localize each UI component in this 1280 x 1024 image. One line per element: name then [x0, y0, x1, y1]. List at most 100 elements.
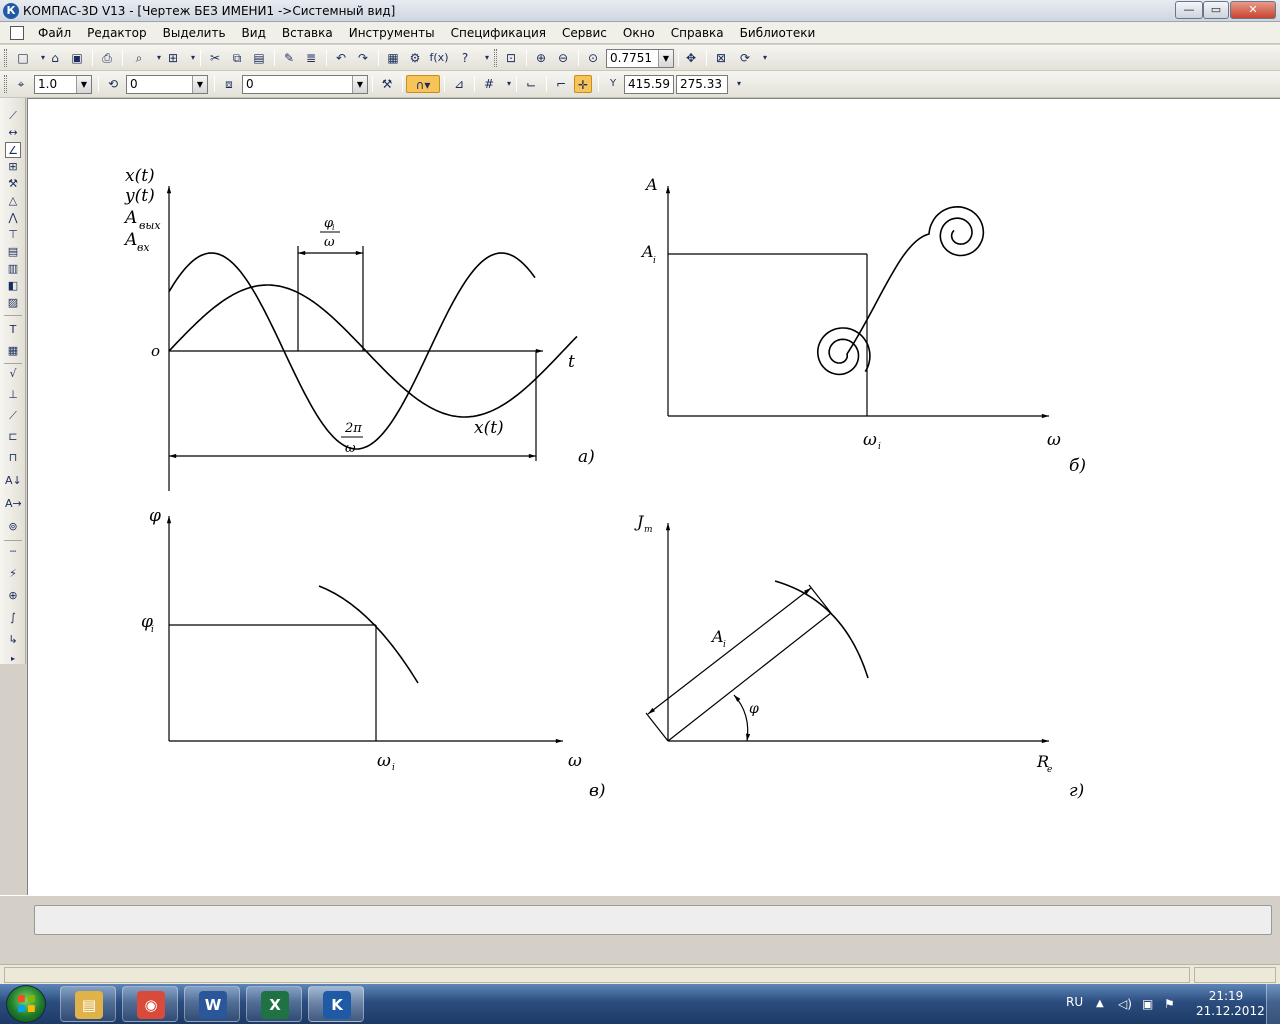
cut-line-icon[interactable]: A→ — [5, 496, 22, 512]
coord-y-field[interactable]: 275.33 — [676, 75, 728, 94]
manager-icon[interactable]: ⊞ — [164, 49, 182, 67]
geometry-icon[interactable]: ⟋ — [5, 108, 21, 124]
menu-editor[interactable]: Редактор — [79, 22, 154, 44]
layer-combo[interactable]: 0 ▼ — [126, 75, 208, 94]
menu-service[interactable]: Сервис — [554, 22, 615, 44]
parametrization-icon[interactable]: ⚒ — [5, 176, 21, 192]
spec-icon[interactable]: ▤ — [5, 244, 21, 260]
coord-x-field[interactable]: 415.59 — [624, 75, 674, 94]
copy-icon[interactable]: ⧉ — [228, 49, 246, 67]
toolbar-overflow-icon[interactable]: ▾ — [730, 75, 748, 93]
menu-help[interactable]: Справка — [663, 22, 732, 44]
library-manager-icon[interactable]: ⚙ — [406, 49, 424, 67]
symbols-icon[interactable]: ∠ — [5, 142, 21, 158]
leader-icon[interactable]: ⟋ — [5, 408, 21, 424]
ortho-mode-icon[interactable]: ⌐ — [552, 75, 570, 93]
view-arrow-icon[interactable]: A↓ — [5, 473, 22, 489]
arrow-icon[interactable]: ↳ — [5, 632, 21, 648]
drawing-canvas[interactable]: x(t) y(t) A вых A вх o t φ i ω 2π ω x(t)… — [27, 98, 1280, 895]
reports-icon[interactable]: ▥ — [5, 261, 21, 277]
chevron-down-icon[interactable]: ▼ — [192, 76, 207, 93]
snap-magnet-icon[interactable]: ∩▾ — [406, 75, 440, 93]
minimize-button[interactable]: — — [1175, 1, 1203, 19]
tree-icon[interactable]: ▦ — [384, 49, 402, 67]
grid-icon[interactable]: # — [480, 75, 498, 93]
language-indicator[interactable]: RU — [1066, 984, 1083, 1024]
zoom-scale-icon[interactable]: ⊙ — [584, 49, 602, 67]
ortho-icon[interactable]: ⊿ — [450, 75, 468, 93]
line-scale-combo[interactable]: 1.0 ▼ — [34, 75, 92, 94]
zoom-combo[interactable]: 0.7751 ▼ — [606, 49, 674, 68]
close-button[interactable]: ✕ — [1230, 1, 1276, 19]
kompas-app-icon[interactable]: К — [3, 2, 19, 19]
show-all-icon[interactable]: ⊠ — [712, 49, 730, 67]
open-icon[interactable]: ⌂ — [46, 49, 64, 67]
clock[interactable]: 21:19 21.12.2012 — [1196, 989, 1265, 1019]
cut-icon[interactable]: ✂ — [206, 49, 224, 67]
show-hidden-icons-icon[interactable]: ▲ — [1096, 984, 1104, 1024]
help-pointer-icon[interactable]: ? — [456, 49, 474, 67]
zoom-out-icon[interactable]: ⊖ — [554, 49, 572, 67]
menu-insert[interactable]: Вставка — [274, 22, 341, 44]
select-icon[interactable]: ⋀ — [5, 210, 21, 226]
format-brush-icon[interactable]: ✎ — [280, 49, 298, 67]
toolbar-grip[interactable] — [4, 49, 7, 67]
fragment-icon[interactable]: ▨ — [5, 295, 21, 311]
new-document-icon[interactable]: □ — [14, 49, 32, 67]
paste-icon[interactable]: ▤ — [250, 49, 268, 67]
centre-mark-icon[interactable]: ⊚ — [5, 519, 21, 535]
toolbar-grip[interactable] — [4, 75, 7, 93]
insert-icon[interactable]: ◧ — [5, 278, 21, 294]
axis-line-icon[interactable]: ┄ — [5, 544, 21, 560]
measure-icon[interactable]: △ — [5, 193, 21, 209]
menu-tools[interactable]: Инструменты — [341, 22, 443, 44]
roughness-icon[interactable]: √ — [5, 366, 21, 382]
table-icon[interactable]: ▦ — [5, 343, 21, 359]
menu-window[interactable]: Окно — [615, 22, 663, 44]
action-center-flag-icon[interactable]: ⚑ — [1164, 984, 1175, 1024]
redo-icon[interactable]: ↷ — [354, 49, 372, 67]
restore-button[interactable]: ▭ — [1203, 1, 1229, 19]
section-icon[interactable]: ⊓ — [5, 450, 21, 466]
preview-icon[interactable]: ⌕ — [130, 49, 148, 67]
pan-icon[interactable]: ✥ — [682, 49, 700, 67]
volume-icon[interactable]: ◁) — [1118, 984, 1132, 1024]
text-icon[interactable]: T — [5, 322, 21, 338]
taskbar-excel[interactable]: X — [246, 986, 302, 1022]
menu-select[interactable]: Выделить — [155, 22, 234, 44]
show-desktop-button[interactable] — [1266, 984, 1280, 1024]
taskbar-explorer[interactable]: ▤ — [60, 986, 116, 1022]
break-line-icon[interactable]: ∫ — [5, 610, 21, 626]
document-icon[interactable] — [10, 25, 24, 40]
zoom-in-icon[interactable]: ⊕ — [532, 49, 550, 67]
undo-icon[interactable]: ↶ — [332, 49, 350, 67]
variables-icon[interactable]: f(x) — [428, 49, 450, 67]
start-button[interactable]: ■ ■ ■ ■ — [6, 985, 46, 1023]
edit-icon[interactable]: ⊞ — [5, 159, 21, 175]
menu-libraries[interactable]: Библиотеки — [732, 22, 824, 44]
chevron-down-icon[interactable]: ▼ — [658, 50, 673, 67]
wave-line-icon[interactable]: ⚡ — [5, 566, 21, 582]
overflow-icon[interactable]: ▸ — [5, 651, 21, 667]
menu-specification[interactable]: Спецификация — [443, 22, 554, 44]
save-icon[interactable]: ▣ — [68, 49, 86, 67]
base-icon[interactable]: ⊥ — [5, 387, 21, 403]
style-combo[interactable]: 0 ▼ — [242, 75, 368, 94]
associative-icon[interactable]: ⊤ — [5, 227, 21, 243]
properties-edit-icon[interactable]: ⚒ — [378, 75, 396, 93]
cursor-coords-icon[interactable]: ✛ — [574, 75, 592, 93]
print-icon[interactable]: ⎙ — [98, 49, 116, 67]
tolerance-icon[interactable]: ⊏ — [5, 429, 21, 445]
taskbar-chrome[interactable]: ◉ — [122, 986, 178, 1022]
snap-step-icon[interactable]: ⌖ — [12, 75, 30, 93]
chevron-down-icon[interactable]: ▼ — [352, 76, 367, 93]
toolbar-overflow-icon[interactable]: ▾ — [756, 49, 774, 67]
refresh-icon[interactable]: ⟳ — [736, 49, 754, 67]
layers-icon[interactable]: ⧈ — [220, 75, 238, 93]
menu-file[interactable]: Файл — [30, 22, 79, 44]
properties-icon[interactable]: ≣ — [302, 49, 320, 67]
taskbar-word[interactable]: W — [184, 986, 240, 1022]
network-icon[interactable]: ▣ — [1142, 984, 1153, 1024]
property-field[interactable] — [34, 905, 1272, 935]
chevron-down-icon[interactable]: ▼ — [76, 76, 91, 93]
